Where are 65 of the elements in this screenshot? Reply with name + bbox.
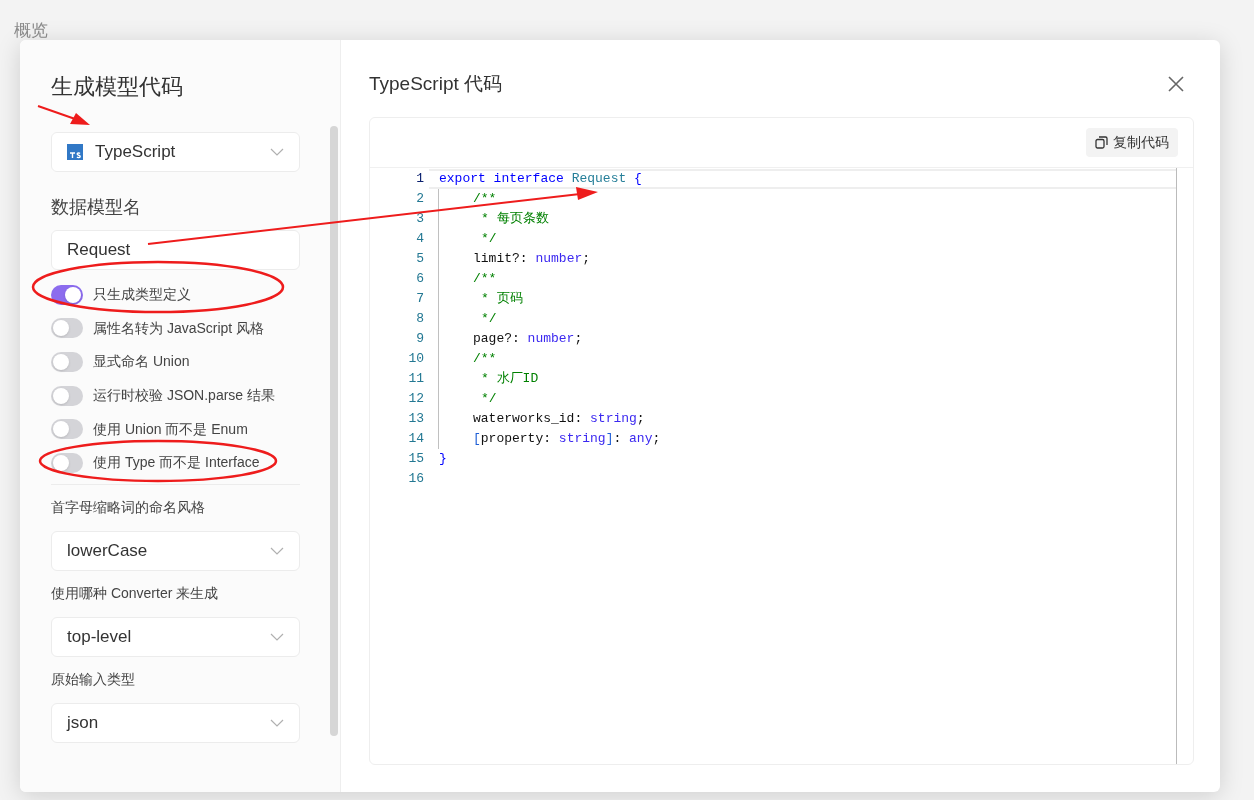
line-number: 6	[416, 270, 424, 288]
field-label: 首字母缩略词的命名风格	[51, 497, 206, 517]
chevron-down-icon	[270, 148, 284, 156]
code-line: page?: number;	[473, 331, 583, 346]
code-line: * 水厂ID	[481, 371, 539, 386]
toggle-switch[interactable]	[51, 352, 83, 372]
close-icon[interactable]	[1168, 76, 1184, 92]
toggle-label: 使用 Union 而不是 Enum	[93, 419, 248, 439]
typescript-logo-icon	[67, 144, 83, 160]
line-number: 8	[416, 310, 424, 328]
chevron-down-icon	[270, 718, 284, 727]
line-number: 2	[416, 190, 424, 208]
toggle-label: 显式命名 Union	[93, 352, 190, 372]
code-line: */	[481, 311, 497, 326]
dropdown-select[interactable]: json	[51, 702, 300, 743]
line-number: 1	[416, 170, 424, 188]
language-select[interactable]: TypeScript	[51, 132, 300, 172]
toggle-label: 使用 Type 而不是 Interface	[93, 453, 260, 473]
line-number: 15	[408, 450, 424, 468]
toggle-switch[interactable]	[51, 318, 83, 339]
model-name-field[interactable]: Request	[51, 230, 300, 270]
code-line: waterworks_id: string;	[473, 411, 645, 426]
line-number: 7	[416, 290, 424, 308]
field-label: 原始输入类型	[51, 669, 136, 689]
field-label: 使用哪种 Converter 来生成	[51, 583, 220, 603]
code-line: }	[439, 451, 447, 466]
nav-text: 概览	[14, 20, 48, 42]
code-line: /**	[473, 351, 497, 366]
dialog-title: 生成模型代码	[51, 73, 184, 101]
code-line: /**	[473, 191, 497, 206]
dropdown-select[interactable]: top-level	[51, 616, 300, 657]
toggle-label: 只生成类型定义	[93, 285, 191, 305]
code-line: [property: string]: any;	[473, 431, 661, 446]
code-line: export interface Request {	[439, 171, 642, 186]
code-line: /**	[473, 271, 497, 286]
code-line: */	[481, 391, 497, 406]
arrow-annotation	[37, 105, 90, 125]
toggle-label: 属性名转为 JavaScript 风格	[93, 318, 265, 338]
code-line: * 每页条数	[481, 211, 549, 226]
line-number: 11	[408, 370, 424, 388]
chevron-down-icon	[270, 546, 284, 555]
line-number: 4	[416, 230, 424, 248]
code-line: * 页码	[481, 291, 523, 306]
line-number: 12	[408, 390, 424, 408]
code-line: limit?: number;	[473, 251, 591, 266]
scrollbar[interactable]	[330, 126, 338, 736]
toggle-switch[interactable]	[51, 452, 83, 473]
line-number: 14	[408, 430, 424, 448]
toggle-switch[interactable]	[51, 419, 83, 440]
code-line: */	[481, 231, 497, 246]
toggle-label: 运行时校验 JSON.parse 结果	[93, 386, 276, 406]
chevron-down-icon	[270, 632, 284, 641]
panel-title: TypeScript 代码	[369, 71, 503, 96]
copy-code-button[interactable]: 复制代码	[1086, 128, 1178, 157]
copy-icon	[1095, 136, 1108, 149]
field-label: 数据模型名	[51, 196, 142, 219]
line-number: 13	[408, 410, 424, 428]
line-number: 5	[416, 250, 424, 268]
toggle-switch[interactable]	[51, 284, 83, 305]
line-number: 16	[408, 470, 424, 488]
dropdown-select[interactable]: lowerCase	[51, 530, 300, 571]
line-number: 10	[408, 350, 424, 368]
line-number: 9	[416, 330, 424, 348]
toggle-switch[interactable]	[51, 385, 83, 406]
line-number: 3	[416, 210, 424, 228]
